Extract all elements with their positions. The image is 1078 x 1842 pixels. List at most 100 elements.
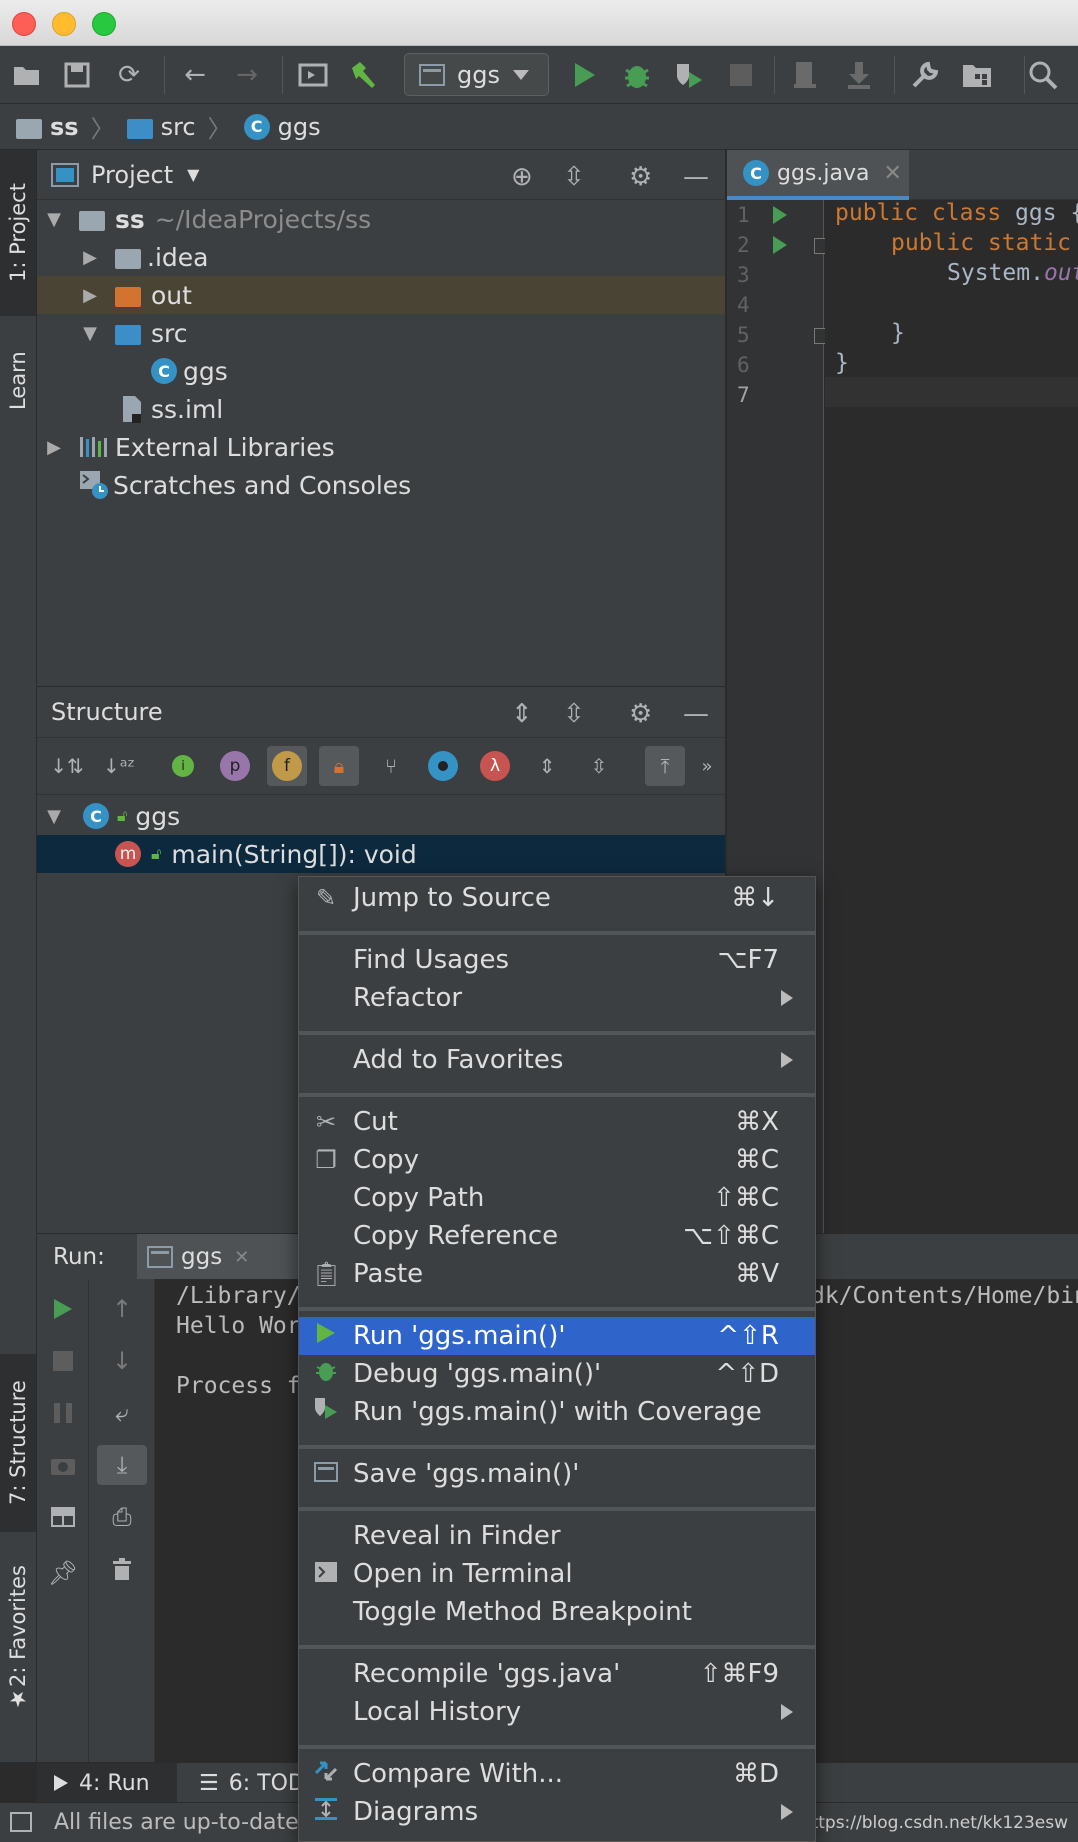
show-lambdas-branch-icon[interactable]: ⑂ bbox=[371, 746, 411, 786]
tree-item-out[interactable]: ▶ out bbox=[37, 276, 725, 314]
back-arrow-icon[interactable]: ← bbox=[178, 58, 212, 92]
forward-arrow-icon[interactable]: → bbox=[230, 58, 264, 92]
menu-item-copy[interactable]: ❐ Copy ⌘C bbox=[299, 1141, 815, 1179]
menu-item-debug-main[interactable]: Debug 'ggs.main()' ^⇧D bbox=[299, 1355, 815, 1393]
down-arrow-icon[interactable]: ↓ bbox=[89, 1341, 155, 1381]
project-structure-icon[interactable] bbox=[960, 58, 994, 92]
stop-icon[interactable] bbox=[724, 58, 758, 92]
restore-layout-icon[interactable] bbox=[37, 1497, 89, 1537]
menu-item-compare-with[interactable]: Compare With... ⌘D bbox=[299, 1755, 815, 1793]
show-inherited-icon[interactable]: i bbox=[163, 746, 203, 786]
breadcrumb-class[interactable]: ggs bbox=[278, 113, 321, 141]
sort-alphabetically-icon[interactable]: ↓ᵃᶻ bbox=[99, 746, 139, 786]
autoscroll-from-source-icon[interactable]: ⤒ bbox=[645, 746, 685, 786]
tree-item-src[interactable]: ▼ src bbox=[37, 314, 725, 352]
zoom-window-button[interactable] bbox=[92, 12, 116, 36]
show-anonymous-icon[interactable] bbox=[423, 746, 463, 786]
menu-item-recompile[interactable]: Recompile 'ggs.java' ⇧⌘F9 bbox=[299, 1655, 815, 1693]
menu-item-open-in-terminal[interactable]: Open in Terminal bbox=[299, 1555, 815, 1593]
tab-ggs-java[interactable]: C ggs.java ✕ bbox=[727, 150, 909, 200]
menu-item-refactor[interactable]: Refactor bbox=[299, 979, 815, 1017]
menu-item-copy-reference[interactable]: Copy Reference ⌥⇧⌘C bbox=[299, 1217, 815, 1255]
synchronize-icon[interactable]: ⟳ bbox=[112, 58, 146, 92]
close-window-button[interactable] bbox=[12, 12, 36, 36]
expanded-arrow-icon[interactable]: ▼ bbox=[43, 806, 65, 827]
collapsed-arrow-icon[interactable]: ▶ bbox=[79, 247, 101, 268]
breadcrumb-src[interactable]: src bbox=[161, 113, 196, 141]
rerun-icon[interactable] bbox=[37, 1289, 89, 1329]
tab-favorites[interactable]: ★ 2: Favorites bbox=[0, 1542, 36, 1734]
menu-item-run-main[interactable]: Run 'ggs.main()' ^⇧R bbox=[299, 1317, 815, 1355]
menu-item-save-configuration[interactable]: Save 'ggs.main()' bbox=[299, 1455, 815, 1493]
tree-item-ggs[interactable]: C ggs bbox=[37, 352, 725, 390]
structure-method-node[interactable]: m 🔓︎ main(String[]): void bbox=[37, 835, 725, 873]
print-icon[interactable]: ⎙ bbox=[89, 1497, 155, 1537]
tree-item-ss-iml[interactable]: ss.iml bbox=[37, 390, 725, 428]
show-lambda-icon[interactable]: λ bbox=[475, 746, 515, 786]
pin-tab-icon[interactable]: 📌︎ bbox=[37, 1553, 89, 1593]
close-icon[interactable]: ✕ bbox=[234, 1247, 249, 1268]
debug-bug-icon[interactable] bbox=[620, 58, 654, 92]
tab-structure[interactable]: 7: Structure bbox=[0, 1354, 36, 1532]
structure-class-node[interactable]: ▼ C 🔓︎ ggs bbox=[37, 797, 725, 835]
up-arrow-icon[interactable]: ↑ bbox=[89, 1289, 155, 1329]
vcs-commit-icon[interactable] bbox=[842, 58, 876, 92]
locate-file-icon[interactable]: ⊕ bbox=[511, 162, 533, 192]
hide-panel-icon[interactable]: — bbox=[683, 162, 709, 192]
menu-item-local-history[interactable]: Local History bbox=[299, 1693, 815, 1731]
scroll-to-end-icon[interactable]: ⤓ bbox=[97, 1445, 147, 1485]
show-non-public-icon[interactable]: 🔒︎ bbox=[319, 746, 359, 786]
soft-wrap-icon[interactable]: ⤶ bbox=[89, 1393, 155, 1433]
close-icon[interactable]: ✕ bbox=[883, 161, 901, 186]
menu-item-run-with-coverage[interactable]: Run 'ggs.main()' with Coverage bbox=[299, 1393, 815, 1431]
more-actions-icon[interactable]: » bbox=[687, 746, 727, 786]
tab-run[interactable]: 4: Run bbox=[37, 1763, 177, 1803]
run-tab-ggs[interactable]: ggs ✕ bbox=[137, 1234, 307, 1280]
breadcrumb-project[interactable]: ss bbox=[50, 113, 79, 141]
chevron-down-icon[interactable]: ▼ bbox=[187, 165, 199, 184]
expanded-arrow-icon[interactable]: ▼ bbox=[79, 323, 101, 344]
menu-item-add-to-favorites[interactable]: Add to Favorites bbox=[299, 1041, 815, 1079]
show-fields-icon[interactable]: f bbox=[267, 746, 307, 786]
menu-item-cut[interactable]: ✂ Cut ⌘X bbox=[299, 1103, 815, 1141]
gear-icon[interactable]: ⚙ bbox=[629, 162, 652, 192]
collapse-all-icon[interactable]: ⇳ bbox=[563, 162, 585, 192]
run-with-coverage-icon[interactable] bbox=[672, 58, 706, 92]
collapsed-arrow-icon[interactable]: ▶ bbox=[43, 437, 65, 458]
menu-item-jump-to-source[interactable]: ✎ Jump to Source ⌘↓ bbox=[299, 879, 815, 917]
show-properties-icon[interactable]: p bbox=[215, 746, 255, 786]
menu-item-toggle-method-breakpoint[interactable]: Toggle Method Breakpoint bbox=[299, 1593, 815, 1631]
collapsed-arrow-icon[interactable]: ▶ bbox=[79, 285, 101, 306]
menu-item-find-usages[interactable]: Find Usages ⌥F7 bbox=[299, 941, 815, 979]
run-config-selector[interactable]: ggs bbox=[404, 53, 549, 96]
clear-all-trash-icon[interactable] bbox=[89, 1549, 155, 1589]
tree-item-idea[interactable]: ▶ .idea bbox=[37, 238, 725, 276]
settings-wrench-icon[interactable] bbox=[908, 58, 942, 92]
dump-threads-camera-icon[interactable] bbox=[37, 1445, 89, 1485]
menu-item-copy-path[interactable]: Copy Path ⇧⌘C bbox=[299, 1179, 815, 1217]
search-icon[interactable] bbox=[1026, 58, 1060, 92]
save-all-icon[interactable] bbox=[60, 58, 94, 92]
run-gutter-icon[interactable] bbox=[773, 236, 787, 254]
tree-item-external-libraries[interactable]: ▶ External Libraries bbox=[37, 428, 725, 466]
tab-learn[interactable]: Learn bbox=[0, 326, 36, 436]
pause-icon[interactable] bbox=[37, 1393, 89, 1433]
project-panel-title[interactable]: Project bbox=[91, 161, 173, 189]
toggle-tool-windows-icon[interactable] bbox=[10, 1811, 34, 1834]
tab-project[interactable]: 1: Project bbox=[0, 150, 36, 316]
tree-item-scratches[interactable]: Scratches and Consoles bbox=[37, 466, 725, 504]
collapse-all-icon[interactable]: ⇳ bbox=[563, 699, 585, 729]
code-editor[interactable]: public class ggs { public static System.… bbox=[825, 200, 1078, 1233]
open-folder-icon[interactable] bbox=[10, 58, 44, 92]
expand-all-icon[interactable]: ⇕ bbox=[527, 746, 567, 786]
minimize-window-button[interactable] bbox=[52, 12, 76, 36]
vcs-update-icon[interactable] bbox=[788, 58, 822, 92]
gear-icon[interactable]: ⚙ bbox=[629, 699, 652, 729]
run-gutter-icon[interactable] bbox=[773, 206, 787, 224]
menu-item-diagrams[interactable]: Diagrams bbox=[299, 1793, 815, 1831]
expand-all-icon[interactable]: ⇕ bbox=[511, 699, 533, 729]
collapse-all-icon[interactable]: ⇳ bbox=[579, 746, 619, 786]
sort-by-visibility-icon[interactable]: ↓⇅ bbox=[47, 746, 87, 786]
build-hammer-icon[interactable] bbox=[346, 58, 380, 92]
hide-panel-icon[interactable]: — bbox=[683, 699, 709, 729]
